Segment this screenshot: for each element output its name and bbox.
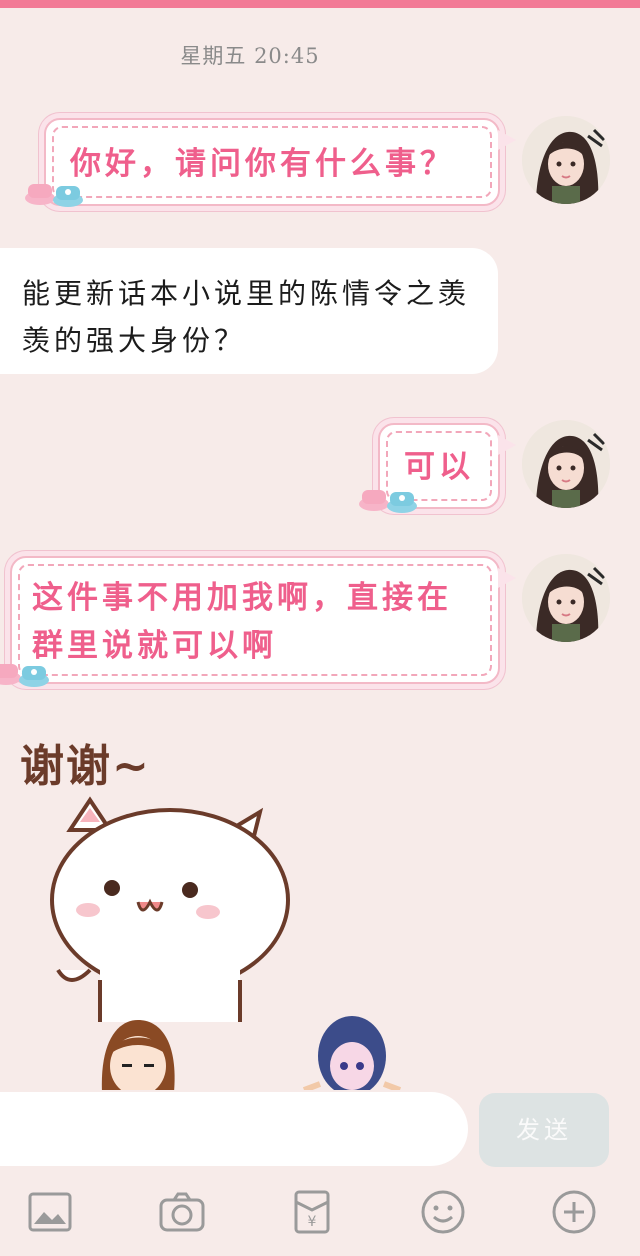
message-input[interactable] xyxy=(0,1092,468,1166)
bubble-tail xyxy=(498,568,516,588)
message-text: 你好，请问你有什么事？ xyxy=(70,146,455,182)
emoji-icon[interactable] xyxy=(419,1188,467,1236)
teacup-decoration-icon xyxy=(0,664,49,687)
bubble-tail xyxy=(498,130,516,150)
contact-avatar[interactable] xyxy=(522,116,610,204)
girl-avatar-icon xyxy=(522,116,610,204)
svg-text:¥: ¥ xyxy=(308,1214,317,1230)
teacup-decoration-icon xyxy=(359,490,417,513)
image-icon[interactable] xyxy=(26,1188,74,1236)
teacup-decoration-icon xyxy=(25,184,83,207)
white-cat-sticker-icon[interactable] xyxy=(30,790,290,1022)
message-text-line-2: 群里说就可以啊 xyxy=(32,628,277,664)
bubble-tail xyxy=(498,435,516,455)
sticker-caption: 谢谢~ xyxy=(20,741,151,792)
message-timestamp: 星期五 20:45 xyxy=(180,44,320,68)
red-packet-icon[interactable]: ¥ xyxy=(288,1188,336,1236)
outgoing-message-bubble[interactable]: 这件事不用加我啊，直接在 群里说就可以啊 xyxy=(10,556,516,684)
top-accent-bar xyxy=(0,0,640,8)
plus-icon[interactable] xyxy=(550,1188,598,1236)
contact-avatar[interactable] xyxy=(522,420,610,508)
camera-icon[interactable] xyxy=(158,1188,206,1236)
girl-avatar-icon xyxy=(522,554,610,642)
cartoon-girl-blue-hair-icon xyxy=(302,1016,402,1092)
incoming-message-bubble[interactable]: 能更新话本小说里的陈情令之羡羡的强大身份？ xyxy=(0,248,498,374)
message-text: 能更新话本小说里的陈情令之羡羡的强大身份？ xyxy=(22,277,471,357)
girl-avatar-icon xyxy=(522,420,610,508)
send-button[interactable]: 发送 xyxy=(479,1093,609,1167)
cartoon-girl-brown-hair-icon xyxy=(101,1020,175,1092)
contact-avatar[interactable] xyxy=(522,554,610,642)
message-text-line-1: 这件事不用加我啊，直接在 xyxy=(32,580,452,616)
outgoing-message-bubble[interactable]: 你好，请问你有什么事？ xyxy=(44,118,516,206)
